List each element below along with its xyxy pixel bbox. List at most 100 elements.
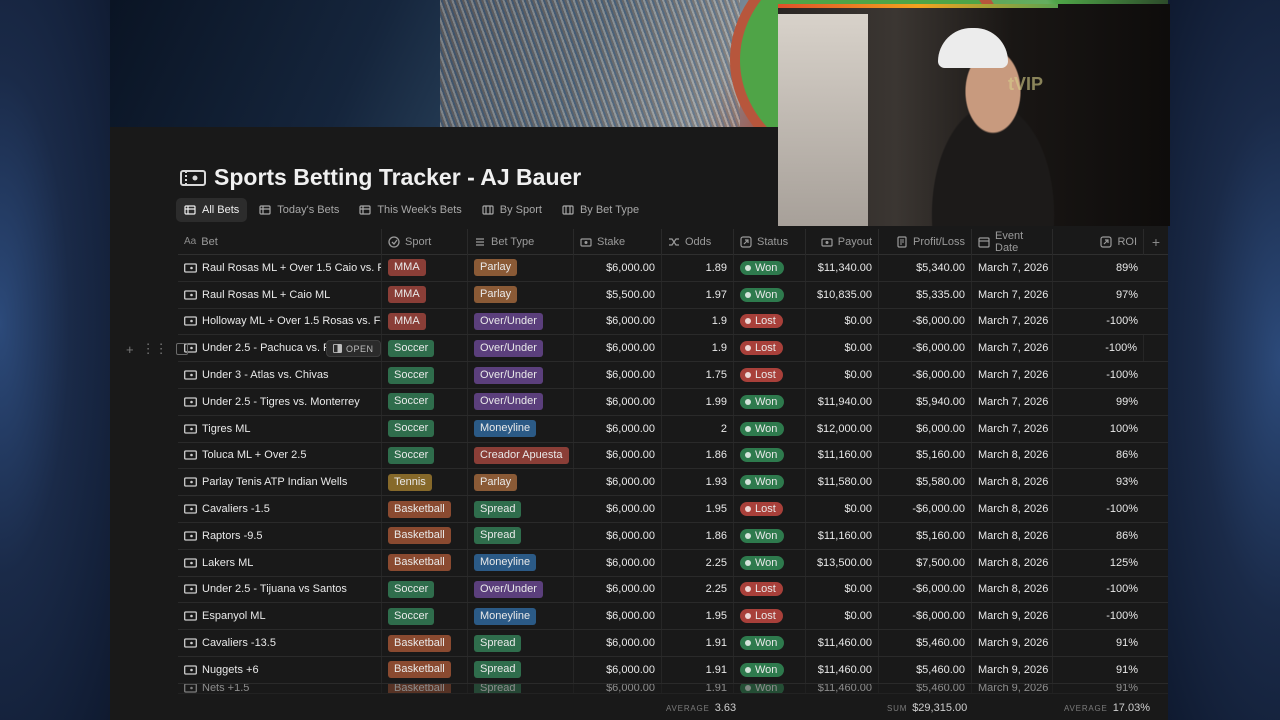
cell-profit-loss[interactable]: -$6,000.00 (879, 308, 972, 335)
cell-payout[interactable]: $0.00 (806, 603, 879, 630)
cell-bet-type[interactable]: Over/Under (468, 388, 574, 415)
tab-this-week-s-bets[interactable]: This Week's Bets (351, 198, 469, 222)
column-header-status[interactable]: Status (734, 228, 806, 255)
cell-odds[interactable]: 1.75 (662, 362, 734, 388)
column-header-bet-type[interactable]: Bet Type (468, 228, 574, 255)
cell-status[interactable]: Won (734, 255, 806, 281)
cell-odds[interactable]: 1.95 (662, 603, 734, 630)
table-row[interactable]: Raptors -9.5 Basketball Spread $6,000.00 1.8… (178, 522, 1168, 550)
bet-title[interactable]: Under 3 - Atlas vs. Chivas (202, 369, 329, 381)
cell-sport[interactable]: Basketball (382, 549, 468, 576)
table-row[interactable]: Under 2.5 - Tigres vs. Monterrey Soccer Ov… (178, 388, 1168, 416)
bet-title[interactable]: Espanyol ML (202, 610, 266, 622)
cell-profit-loss[interactable]: $5,160.00 (879, 442, 972, 469)
cell-profit-loss[interactable]: $6,000.00 (879, 415, 972, 442)
cell-sport[interactable]: Basketball (382, 630, 468, 656)
cell-roi[interactable]: 89% (1053, 255, 1144, 281)
cell-bet-type[interactable]: Spread (468, 656, 574, 683)
cell-payout[interactable]: $11,580.00 (806, 469, 879, 496)
profit-loss-sum-calculation[interactable]: SUM $29,315.00 (887, 702, 967, 714)
cell-bet-type[interactable]: Spread (468, 683, 574, 693)
cell-event-date[interactable]: March 9, 2026 (972, 656, 1053, 683)
add-column-button[interactable]: + (1144, 229, 1168, 255)
cell-roi[interactable]: -100% (1053, 603, 1144, 629)
table-row[interactable]: Lakers ML Basketball Moneyline $6,000.00 2.2… (178, 549, 1168, 577)
cell-bet-type[interactable]: Over/Under (468, 308, 574, 335)
cell-bet[interactable]: Raul Rosas ML + Over 1.5 Caio vs. Rid (178, 255, 382, 281)
roi-average-calculation[interactable]: AVERAGE 17.03% (1064, 702, 1150, 714)
cell-stake[interactable]: $6,000.00 (574, 603, 662, 630)
bet-title[interactable]: Tigres ML (202, 423, 251, 435)
cell-odds[interactable]: 1.99 (662, 388, 734, 415)
cell-payout[interactable]: $0.00 (806, 496, 879, 522)
cell-roi[interactable]: -100% (1053, 309, 1144, 335)
bet-title[interactable]: Nets +1.5 (202, 684, 249, 693)
cell-stake[interactable]: $6,000.00 (574, 415, 662, 442)
cell-stake[interactable]: $6,000.00 (574, 522, 662, 549)
cell-stake[interactable]: $5,500.00 (574, 281, 662, 308)
cell-odds[interactable]: 1.91 (662, 630, 734, 656)
cell-roi[interactable]: 91% (1053, 630, 1144, 656)
cell-bet-type[interactable]: Spread (468, 496, 574, 522)
cell-sport[interactable]: Soccer (382, 362, 468, 388)
table-row[interactable]: Nuggets +6 Basketball Spread $6,000.00 1.91 W… (178, 656, 1168, 684)
cell-stake[interactable]: $6,000.00 (574, 335, 662, 362)
cell-bet-type[interactable]: Over/Under (468, 362, 574, 388)
cell-event-date[interactable]: March 7, 2026 (972, 388, 1053, 415)
cell-roi[interactable]: 99% (1053, 389, 1144, 415)
cell-bet[interactable]: Lakers ML (178, 549, 382, 576)
cell-sport[interactable]: Soccer (382, 415, 468, 442)
cell-bet[interactable]: Toluca ML + Over 2.5 (178, 442, 382, 469)
cell-payout[interactable]: $13,500.00 (806, 549, 879, 576)
cell-odds[interactable]: 1.9 (662, 335, 734, 362)
cell-event-date[interactable]: March 9, 2026 (972, 603, 1053, 630)
cell-profit-loss[interactable]: $5,460.00 (879, 630, 972, 656)
cell-sport[interactable]: Basketball (382, 683, 468, 693)
cell-roi[interactable]: 86% (1053, 523, 1144, 549)
cell-sport[interactable]: Basketball (382, 656, 468, 683)
cell-profit-loss[interactable]: $5,580.00 (879, 469, 972, 496)
bet-title[interactable]: Cavaliers -13.5 (202, 637, 276, 649)
cell-payout[interactable]: $11,940.00 (806, 388, 879, 415)
tab-all-bets[interactable]: All Bets (176, 198, 248, 222)
cell-odds[interactable]: 2.25 (662, 576, 734, 603)
cell-odds[interactable]: 1.97 (662, 281, 734, 308)
bet-title[interactable]: Toluca ML + Over 2.5 (202, 449, 306, 461)
cell-bet-type[interactable]: Moneyline (468, 603, 574, 630)
cell-profit-loss[interactable]: $5,160.00 (879, 522, 972, 549)
cell-payout[interactable]: $0.00 (806, 576, 879, 603)
table-row[interactable]: Under 2.5 - Pachuca vs. Pu Soccer Over/Und… (126, 335, 1168, 363)
cell-odds[interactable]: 1.86 (662, 442, 734, 469)
cell-bet-type[interactable]: Parlay (468, 281, 574, 308)
cell-sport[interactable]: Soccer (382, 388, 468, 415)
cell-roi[interactable]: -100% (1053, 362, 1144, 388)
cell-roi[interactable]: 91% (1053, 657, 1144, 683)
cell-status[interactable]: Lost (734, 362, 806, 388)
table-row[interactable]: Under 2.5 - Tijuana vs Santos Soccer Over/… (178, 576, 1168, 604)
cell-event-date[interactable]: March 7, 2026 (972, 308, 1053, 335)
cell-roi[interactable]: 125% (1053, 550, 1144, 576)
cell-odds[interactable]: 1.89 (662, 255, 734, 281)
cell-profit-loss[interactable]: $7,500.00 (879, 549, 972, 576)
cell-profit-loss[interactable]: -$6,000.00 (879, 496, 972, 522)
cell-status[interactable]: Lost (734, 335, 806, 362)
cell-event-date[interactable]: March 7, 2026 (972, 415, 1053, 442)
bet-title[interactable]: Under 2.5 - Tigres vs. Monterrey (202, 396, 360, 408)
cell-bet[interactable]: Espanyol ML (178, 603, 382, 630)
cell-roi[interactable]: -100% (1053, 496, 1144, 522)
column-header-payout[interactable]: Payout (806, 228, 879, 255)
cell-payout[interactable]: $10,835.00 (806, 281, 879, 308)
cell-status[interactable]: Won (734, 549, 806, 576)
cell-sport[interactable]: Basketball (382, 496, 468, 522)
cell-roi[interactable]: 93% (1053, 469, 1144, 495)
cell-status[interactable]: Won (734, 469, 806, 496)
cell-bet-type[interactable]: Over/Under (468, 335, 574, 362)
column-header-bet[interactable]: Aa Bet (178, 228, 382, 255)
cell-status[interactable]: Won (734, 442, 806, 469)
cell-sport[interactable]: Soccer (382, 442, 468, 469)
cell-odds[interactable]: 1.95 (662, 496, 734, 522)
cell-bet-type[interactable]: Creador Apuesta (468, 442, 574, 469)
cell-stake[interactable]: $6,000.00 (574, 362, 662, 388)
cell-event-date[interactable]: March 8, 2026 (972, 576, 1053, 603)
cell-status[interactable]: Won (734, 281, 806, 308)
